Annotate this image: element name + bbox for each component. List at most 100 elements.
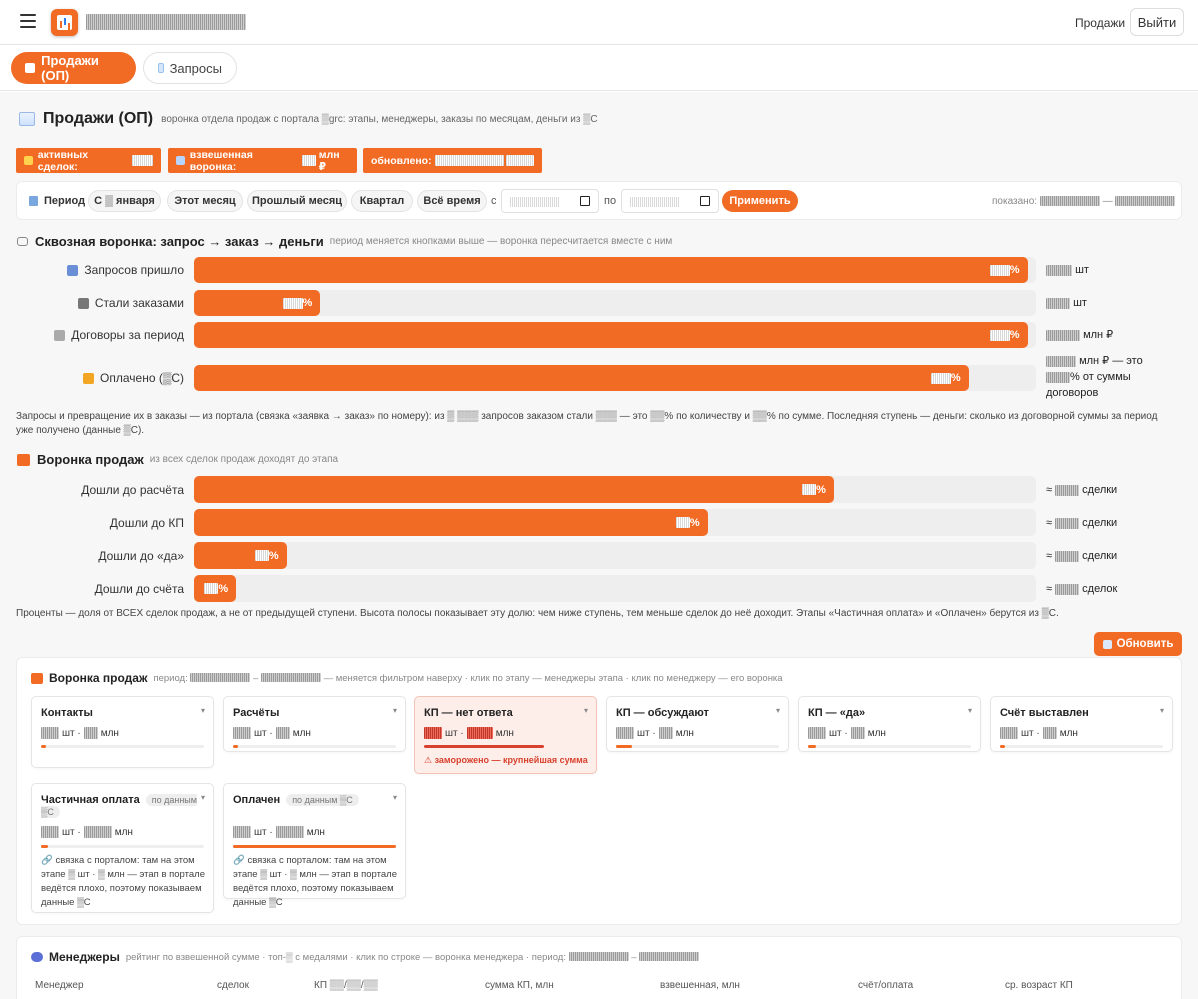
- nav-link-sales[interactable]: Продажи: [1075, 16, 1125, 30]
- managers-column-header[interactable]: сумма КП, млн: [485, 980, 554, 991]
- sales-funnel-bar[interactable]: %: [194, 509, 708, 536]
- stage-card-5[interactable]: Счёт выставлен ▾ шт · млн: [990, 696, 1173, 752]
- inbox-icon: [67, 264, 79, 276]
- stage-card-2[interactable]: КП — нет ответа ▾ шт · млн ⚠ заморожено — кр…: [414, 696, 597, 774]
- through-funnel-track[interactable]: %: [194, 257, 1036, 283]
- sales-funnel-track[interactable]: %: [194, 509, 1036, 536]
- row-label: Договоры за период: [71, 328, 184, 342]
- shown-range: показано: —: [992, 196, 1176, 207]
- redacted-value: [83, 727, 98, 739]
- managers-column-header[interactable]: ср. возраст КП: [1005, 980, 1073, 991]
- tab-sales[interactable]: Продажи (ОП): [11, 52, 136, 84]
- managers-column-header[interactable]: счёт/оплата: [858, 980, 913, 991]
- period-btn-since-january[interactable]: С ▒ января: [88, 190, 161, 212]
- tab-requests[interactable]: Запросы: [143, 52, 237, 84]
- chevron-down-icon[interactable]: ▾: [776, 706, 780, 715]
- stage-card-0[interactable]: Контакты ▾ шт · млн: [31, 696, 214, 768]
- redacted-value: [233, 826, 251, 838]
- stage-card-7[interactable]: Оплачен по данным ▒С ▾ шт · млн 🔗 связка с по…: [223, 783, 406, 908]
- through-funnel-value: шт: [1046, 262, 1089, 278]
- tabs-bar: Продажи (ОП) Запросы: [0, 45, 1198, 91]
- chevron-down-icon[interactable]: ▾: [1160, 706, 1164, 715]
- stage-value: шт · млн: [1000, 727, 1078, 739]
- through-funnel-bar[interactable]: %: [194, 257, 1028, 283]
- page-subtitle: воронка отдела продаж с портала ▒grc: эт…: [161, 113, 598, 125]
- chevron-down-icon[interactable]: ▾: [584, 706, 588, 715]
- updated-badge: обновлено:: [363, 148, 542, 173]
- stage-card-6[interactable]: Частичная оплата по данным ▒С ▾ шт · млн 🔗 св…: [31, 783, 214, 913]
- managers-column-header[interactable]: Менеджер: [35, 980, 84, 991]
- sales-funnel-bar[interactable]: %: [194, 575, 237, 602]
- managers-title: Менеджеры: [49, 950, 120, 964]
- stage-card-1[interactable]: Расчёты ▾ шт · млн: [223, 696, 406, 752]
- date-from-input[interactable]: [501, 189, 599, 213]
- portal-link-note: 🔗 связка с порталом: там на этом этапе ▒…: [233, 855, 397, 908]
- stage-card-3[interactable]: КП — обсуждают ▾ шт · млн: [606, 696, 789, 752]
- redacted-value: [424, 727, 442, 739]
- handshake-icon: [24, 156, 33, 165]
- through-funnel-bar[interactable]: %: [194, 290, 321, 316]
- sales-funnel-value: ≈ сделки: [1046, 484, 1118, 496]
- bar-percent: %: [930, 372, 961, 384]
- stage-progress-fill: [1000, 745, 1005, 748]
- through-funnel-track[interactable]: %: [194, 290, 1036, 316]
- chevron-down-icon[interactable]: ▾: [201, 793, 205, 802]
- bar-percent: %: [989, 329, 1020, 341]
- redacted-value: [282, 297, 303, 309]
- stage-name: Частичная оплата по данным ▒С: [41, 794, 197, 818]
- sales-funnel-bar[interactable]: %: [194, 542, 287, 569]
- refresh-button[interactable]: Обновить: [1094, 632, 1182, 656]
- sales-funnel-header: Воронка продаж из всех сделок продаж дох…: [17, 452, 338, 467]
- chevron-down-icon[interactable]: ▾: [968, 706, 972, 715]
- chart-icon: [19, 112, 35, 126]
- calendar-icon[interactable]: [580, 196, 590, 206]
- app-logo[interactable]: [51, 9, 78, 36]
- calendar-icon[interactable]: [700, 196, 710, 206]
- app-name: [86, 14, 246, 30]
- managers-column-header[interactable]: сделок: [217, 980, 249, 991]
- through-funnel-track[interactable]: %: [194, 322, 1036, 348]
- sales-funnel-track[interactable]: %: [194, 575, 1036, 602]
- from-label: с: [491, 195, 497, 207]
- through-funnel-track[interactable]: %: [194, 365, 1036, 391]
- chevron-down-icon[interactable]: ▾: [393, 706, 397, 715]
- sales-funnel-bar[interactable]: %: [194, 476, 834, 503]
- stage-name: КП — нет ответа: [424, 707, 513, 719]
- bar-percent: %: [989, 264, 1020, 276]
- period-btn-quarter[interactable]: Квартал: [351, 190, 413, 212]
- stage-card-4[interactable]: КП — «да» ▾ шт · млн: [798, 696, 981, 752]
- stage-value: шт · млн: [808, 727, 886, 739]
- managers-header: Менеджеры рейтинг по взвешенной сумме · …: [31, 950, 700, 964]
- sales-funnel-label: Дошли до расчёта: [81, 483, 184, 497]
- redacted-value: [233, 727, 251, 739]
- bar-percent: %: [204, 583, 228, 595]
- sales-funnel-value: ≈ сделки: [1046, 517, 1118, 529]
- period-btn-all-time[interactable]: Всё время: [417, 190, 487, 212]
- row-label: Оплачено (▒С): [100, 371, 184, 385]
- through-funnel-bar[interactable]: %: [194, 322, 1028, 348]
- redacted-value: [1046, 264, 1072, 276]
- chevron-down-icon[interactable]: ▾: [201, 706, 205, 715]
- bar-percent: %: [282, 297, 312, 309]
- stage-value: шт · млн: [233, 727, 311, 739]
- managers-column-header[interactable]: КП ▒▒/▒▒/▒▒: [314, 980, 378, 991]
- weighted-funnel-badge: взвешенная воронка: млн ₽: [168, 148, 357, 173]
- apply-button[interactable]: Применить: [722, 190, 798, 212]
- stage-name: Счёт выставлен: [1000, 707, 1089, 719]
- redacted-value: [1055, 517, 1080, 529]
- stage-progress: [233, 845, 396, 848]
- period-btn-last-month[interactable]: Прошлый месяц: [247, 190, 347, 212]
- logout-button[interactable]: Выйти: [1130, 8, 1184, 36]
- stage-progress: [808, 745, 971, 748]
- stage-source-badge: по данным ▒С: [286, 794, 359, 806]
- managers-column-header[interactable]: взвешенная, млн: [660, 980, 740, 991]
- menu-icon[interactable]: [20, 14, 36, 28]
- sales-funnel-track[interactable]: %: [194, 542, 1036, 569]
- doc-icon: [158, 63, 164, 73]
- chevron-down-icon[interactable]: ▾: [393, 793, 397, 802]
- date-to-input[interactable]: [621, 189, 719, 213]
- sales-funnel-track[interactable]: %: [194, 476, 1036, 503]
- through-funnel-bar[interactable]: %: [194, 365, 969, 391]
- period-btn-this-month[interactable]: Этот месяц: [167, 190, 243, 212]
- stage-card-title: Воронка продаж: [49, 671, 148, 685]
